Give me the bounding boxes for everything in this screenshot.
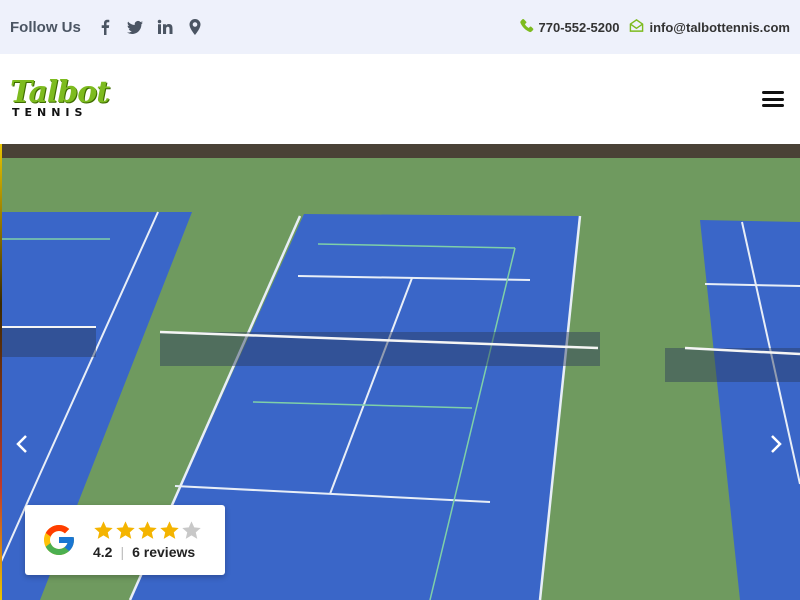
top-bar: Follow Us 770-552-5200 info@talbottennis…	[0, 0, 800, 54]
email-address: info@talbottennis.com	[649, 19, 790, 35]
facebook-icon[interactable]	[97, 19, 113, 35]
star-empty-icon	[182, 521, 201, 539]
phone-link[interactable]: 770-552-5200	[519, 18, 620, 36]
star-rating	[93, 520, 202, 541]
star-icon	[160, 521, 179, 539]
star-icon	[138, 521, 157, 539]
linkedin-icon[interactable]	[157, 19, 173, 35]
map-pin-icon[interactable]	[187, 19, 203, 35]
slider-prev-arrow[interactable]	[12, 432, 32, 456]
email-link[interactable]: info@talbottennis.com	[629, 18, 790, 36]
google-review-badge[interactable]: 4.2 | 6 reviews	[25, 505, 225, 575]
logo-wordmark: Talbot	[10, 75, 110, 110]
rating-separator: |	[120, 544, 125, 560]
slider-next-arrow[interactable]	[766, 432, 786, 456]
social-links: Follow Us	[10, 19, 203, 36]
google-logo-icon	[41, 522, 77, 558]
chevron-left-icon	[16, 435, 27, 453]
logo-subtext: TENNIS	[12, 106, 88, 119]
follow-us-label: Follow Us	[10, 18, 81, 36]
phone-number: 770-552-5200	[538, 19, 620, 35]
rating-value: 4.2	[93, 544, 113, 560]
hamburger-menu-icon[interactable]	[762, 91, 784, 107]
chevron-right-icon	[771, 435, 782, 453]
contact-info: 770-552-5200 info@talbottennis.com	[519, 18, 790, 36]
star-icon	[94, 521, 113, 539]
review-summary: 4.2 | 6 reviews	[93, 520, 202, 560]
phone-icon	[519, 18, 534, 36]
review-count: 6 reviews	[132, 544, 196, 560]
site-logo[interactable]: Talbot TENNIS	[10, 77, 110, 121]
slide-edge-strip	[0, 144, 2, 600]
review-meta: 4.2 | 6 reviews	[93, 544, 202, 560]
twitter-icon[interactable]	[126, 19, 143, 35]
envelope-icon	[629, 18, 644, 36]
star-icon	[116, 521, 135, 539]
site-header: Talbot TENNIS	[0, 54, 800, 144]
